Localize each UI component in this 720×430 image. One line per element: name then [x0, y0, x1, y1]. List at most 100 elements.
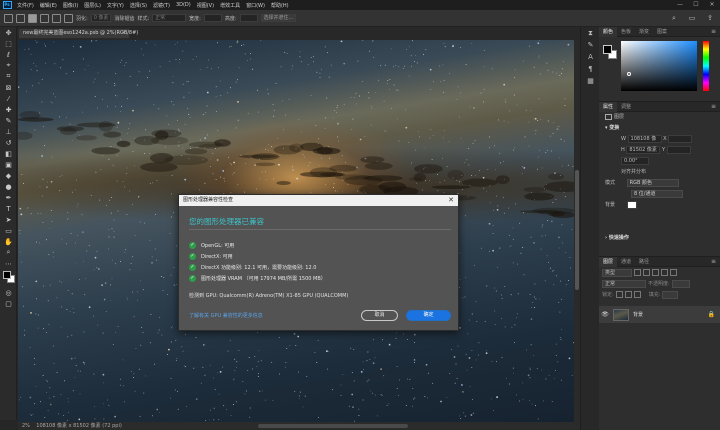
tab-gradients[interactable]: 渐变 [635, 27, 653, 37]
menu-window[interactable]: 窗口(W) [243, 2, 268, 9]
add-selection-icon[interactable] [40, 13, 49, 23]
visibility-eye-icon[interactable]: 👁 [599, 311, 611, 318]
layer-kind-filter[interactable]: 类型 [602, 268, 632, 277]
history-brush-tool-icon[interactable]: ↺ [0, 137, 17, 148]
width-field[interactable]: 108108 像 [627, 134, 662, 143]
select-and-mask-button[interactable]: 选择并遮住... [260, 14, 297, 22]
saturation-brightness-field[interactable] [621, 41, 697, 91]
cancel-button[interactable]: 取消 [361, 310, 398, 321]
object-select-tool-icon[interactable]: ⌖ [0, 60, 17, 71]
angle-field[interactable]: 0.00° [621, 156, 649, 165]
align-distribute-label[interactable]: 对齐并分布 [621, 169, 646, 175]
new-selection-icon[interactable] [28, 13, 37, 23]
quick-mask-icon[interactable]: ◎ [0, 287, 17, 298]
panel-menu-icon[interactable]: ≡ [711, 27, 716, 37]
photoshop-logo-icon[interactable]: Ps [0, 0, 14, 10]
blur-tool-icon[interactable]: ◆ [0, 170, 17, 181]
layer-name[interactable]: 背景 [633, 311, 643, 318]
filter-shape-icon[interactable] [661, 269, 668, 276]
eraser-tool-icon[interactable]: ◧ [0, 148, 17, 159]
color-swatches[interactable] [0, 269, 17, 287]
tab-color[interactable]: 颜色 [599, 26, 618, 37]
color-cursor[interactable] [627, 72, 631, 76]
height-input[interactable] [239, 14, 258, 22]
x-field[interactable] [668, 134, 693, 143]
filter-adjust-icon[interactable] [643, 269, 650, 276]
panel-menu-icon[interactable]: ≡ [711, 257, 716, 267]
menu-filter[interactable]: 滤镜(T) [150, 2, 173, 9]
pen-tool-icon[interactable]: ✒ [0, 192, 17, 203]
lock-pixels-icon[interactable] [615, 291, 623, 298]
panel-foreground-swatch[interactable] [603, 45, 612, 54]
menu-view[interactable]: 视图(V) [194, 2, 217, 9]
menu-layer[interactable]: 图层(L) [81, 2, 104, 9]
search-icon[interactable]: ⌕ [670, 14, 678, 22]
zoom-tool-icon[interactable]: ⌕ [0, 247, 17, 258]
width-input[interactable] [203, 14, 222, 22]
ok-button[interactable]: 确定 [406, 310, 451, 321]
lock-all-icon[interactable] [633, 291, 641, 298]
hue-slider[interactable] [703, 41, 709, 91]
brush-tool-icon[interactable]: ✎ [0, 115, 17, 126]
rectangle-tool-icon[interactable]: ▭ [0, 225, 17, 236]
transform-section[interactable]: ▾ 变换 [599, 123, 720, 134]
minimize-button[interactable]: — [672, 0, 688, 10]
lock-position-icon[interactable] [624, 291, 632, 298]
menu-plugins[interactable]: 增效工具 [217, 2, 243, 9]
lasso-tool-icon[interactable]: ℓ [0, 49, 17, 60]
workspace-icon[interactable]: ▭ [688, 14, 696, 22]
screen-mode-icon[interactable]: ▢ [0, 298, 17, 309]
close-window-button[interactable]: ✕ [704, 0, 720, 10]
panel-color-swatches[interactable] [603, 45, 617, 59]
filter-type-icon[interactable] [652, 269, 659, 276]
height-field[interactable]: 81502 像素 [626, 145, 661, 154]
more-tools-icon[interactable]: ⋯ [0, 258, 17, 269]
tab-layers[interactable]: 图层 [599, 256, 618, 267]
close-tab-icon[interactable]: × [122, 29, 126, 38]
tab-paths[interactable]: 路径 [635, 257, 653, 267]
maximize-button[interactable]: ☐ [688, 0, 704, 10]
hand-tool-icon[interactable]: ✋ [0, 236, 17, 247]
home-icon[interactable] [4, 13, 13, 23]
dialog-close-icon[interactable]: ✕ [448, 195, 454, 206]
opacity-input[interactable] [671, 279, 690, 288]
path-selection-tool-icon[interactable]: ➤ [0, 214, 17, 225]
marquee-tool-icon[interactable]: ⬚ [0, 38, 17, 49]
blend-mode-select[interactable]: 正常 [602, 279, 646, 288]
vertical-scrollbar-thumb[interactable] [575, 170, 579, 290]
intersect-selection-icon[interactable] [64, 13, 73, 23]
fill-input[interactable] [662, 290, 679, 299]
libraries-icon[interactable]: ▦ [581, 75, 600, 87]
menu-type[interactable]: 文字(Y) [104, 2, 127, 9]
layer-row-background[interactable]: 👁 背景 🔒 [599, 306, 720, 323]
foreground-color-swatch[interactable] [3, 271, 11, 279]
healing-brush-tool-icon[interactable]: ✚ [0, 104, 17, 115]
share-icon[interactable]: ⇪ [706, 14, 714, 22]
menu-file[interactable]: 文件(F) [14, 2, 37, 9]
brush-settings-icon[interactable]: ✎ [581, 39, 600, 51]
panel-menu-icon[interactable]: ≡ [711, 102, 716, 112]
paragraph-icon[interactable]: ¶ [581, 63, 600, 75]
move-tool-icon[interactable]: ✥ [0, 27, 17, 38]
filter-pixel-icon[interactable] [634, 269, 641, 276]
history-icon[interactable]: ⧗ [581, 27, 600, 39]
antialias-checkbox[interactable]: 消除锯齿 [114, 15, 134, 22]
filter-smart-icon[interactable] [670, 269, 677, 276]
crop-tool-icon[interactable]: ⌗ [0, 71, 17, 82]
character-icon[interactable]: A [581, 51, 600, 63]
tab-channels[interactable]: 通道 [617, 257, 635, 267]
clone-stamp-tool-icon[interactable]: ⊥ [0, 126, 17, 137]
learn-more-link[interactable]: 了解有关 GPU 兼容性的更多信息 [189, 312, 263, 319]
subtract-selection-icon[interactable] [52, 13, 61, 23]
type-tool-icon[interactable]: T [0, 203, 17, 214]
tab-properties[interactable]: 属性 [599, 101, 618, 112]
horizontal-scrollbar[interactable] [258, 424, 408, 428]
menu-image[interactable]: 图像(I) [60, 2, 81, 9]
marquee-tool-preset-icon[interactable] [16, 13, 25, 23]
y-field[interactable] [666, 145, 691, 154]
menu-select[interactable]: 选择(S) [127, 2, 150, 9]
menu-3d[interactable]: 3D(D) [173, 2, 194, 8]
mode-select[interactable]: RGB 颜色 [626, 178, 679, 187]
tab-patterns[interactable]: 图案 [653, 27, 671, 37]
style-select[interactable]: 正常 [152, 14, 187, 22]
